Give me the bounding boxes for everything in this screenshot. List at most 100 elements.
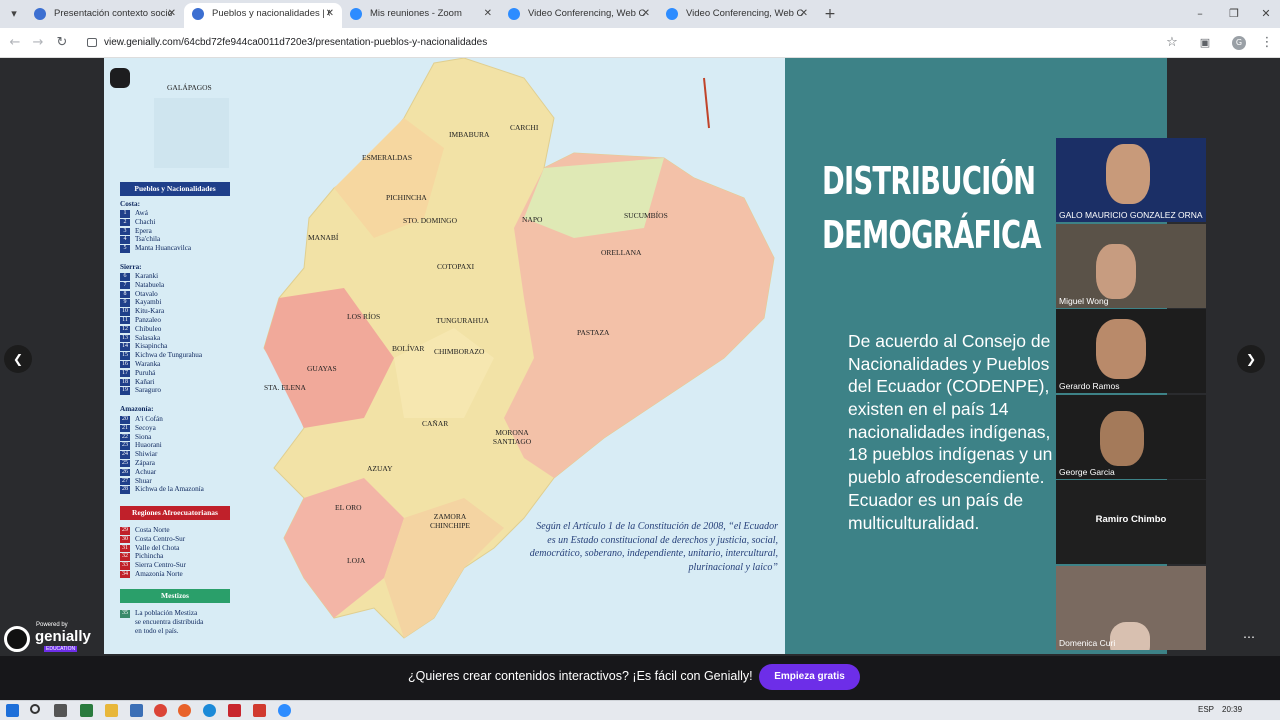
mestizo-number: 35 (120, 610, 130, 618)
legend-item: 21 Secoya (120, 424, 204, 433)
slide-heading: DISTRIBUCIÓN DEMOGRÁFICA (822, 154, 1042, 262)
tab-close-icon[interactable]: ✕ (326, 3, 334, 25)
legend-afro-title: Regiones Afroecuatorianas (120, 506, 230, 520)
reload-icon[interactable]: ↻ (53, 34, 71, 52)
legend-mestizo-title: Mestizos (120, 589, 230, 603)
app-icon[interactable] (130, 704, 143, 717)
cta-message: ¿Quieres crear contenidos interactivos? … (408, 669, 753, 683)
legend-number: 3 (120, 227, 130, 236)
province-label: MORONA SANTIAGO (492, 428, 532, 446)
participant-name: Gerardo Ramos (1059, 381, 1120, 391)
legend-number: 16 (120, 360, 130, 369)
menu-kebab-icon[interactable]: ⋮ (1258, 34, 1276, 52)
tab-close-icon[interactable]: ✕ (800, 3, 808, 25)
restore-icon[interactable]: ❐ (1224, 5, 1244, 23)
legend-number: 28 (120, 486, 130, 494)
legend-item: 19 Saraguro (120, 386, 202, 395)
province-label: BOLÍVAR (392, 344, 425, 353)
tab-close-icon[interactable]: ✕ (484, 3, 492, 25)
legend-label: Siona (135, 432, 152, 441)
legend-label: Secoya (135, 423, 156, 432)
legend-label: Kañari (135, 377, 155, 386)
tab-search-icon[interactable]: ▾ (4, 5, 24, 23)
start-free-button[interactable]: Empieza gratis (759, 664, 860, 690)
legend-costa-title: Costa: (120, 200, 140, 208)
tab-close-icon[interactable]: ✕ (642, 3, 650, 25)
minimize-icon[interactable]: – (1190, 5, 1210, 23)
province-label: COTOPAXI (437, 262, 475, 271)
province-label: STO. DOMINGO (402, 216, 458, 225)
tab-favicon-icon (192, 8, 204, 20)
language-indicator[interactable]: ESP (1198, 705, 1214, 714)
legend-label: Chibuleo (135, 324, 162, 333)
file-explorer-icon[interactable] (105, 704, 118, 717)
legend-label: Sierra Centro-Sur (135, 561, 186, 570)
participant-tile[interactable]: Domenica Curi (1056, 565, 1206, 650)
legend-number: 31 (120, 544, 130, 553)
forward-icon[interactable]: → (29, 34, 47, 52)
participant-tile[interactable]: George Garcia (1056, 394, 1206, 479)
quote-line: es un Estado constitucional de derechos … (547, 534, 778, 546)
participant-tile[interactable]: GALO MAURICIO GONZALEZ ORNA (1056, 138, 1206, 222)
legend-number: 10 (120, 308, 130, 316)
genially-logo[interactable]: Powered by genially EDUCATION (4, 622, 91, 652)
legend-label: Shiwiar (135, 450, 158, 459)
participant-video (1106, 144, 1150, 204)
prev-slide-button[interactable]: ❮ (4, 345, 32, 373)
back-icon[interactable]: ← (6, 34, 24, 52)
app-icon[interactable] (253, 704, 266, 717)
profile-avatar-icon[interactable]: G (1232, 36, 1246, 50)
participant-name: Miguel Wong (1059, 295, 1109, 306)
legend-number: 32 (120, 553, 130, 561)
clock[interactable]: 20:39 (1222, 705, 1242, 714)
close-window-icon[interactable]: ✕ (1256, 5, 1276, 23)
legend-number: 9 (120, 299, 130, 307)
search-icon[interactable] (30, 704, 40, 714)
tab-label: Mis reuniones - Zoom (370, 8, 462, 19)
chrome-icon[interactable] (154, 704, 167, 717)
start-icon[interactable] (6, 704, 19, 717)
extensions-icon[interactable]: ▣ (1196, 34, 1214, 52)
legend-item: 14 Kisapincha (120, 342, 202, 351)
participant-tile[interactable]: Gerardo Ramos (1056, 309, 1206, 393)
legend-item: 4 Tsa'chila (120, 235, 191, 244)
participant-video (1096, 243, 1136, 299)
browser-tab[interactable]: Presentación contexto socioec ✕ (26, 3, 184, 28)
browser-tab[interactable]: Video Conferencing, Web Confe✕ (658, 3, 816, 28)
legend-label: Kichwa de Tungurahua (135, 351, 203, 360)
legend-title: Pueblos y Nacionalidades (120, 182, 230, 196)
edge-icon[interactable] (203, 704, 216, 717)
legend-label: Panzaleo (135, 315, 161, 324)
app-icon[interactable] (80, 704, 93, 717)
galapagos-label: GALÁPAGOS (167, 83, 212, 92)
tab-close-icon[interactable]: ✕ (168, 3, 176, 25)
legend-label: Chachi (135, 217, 156, 226)
legend-label: Kayambi (135, 298, 162, 307)
browser-tab[interactable]: Mis reuniones - Zoom ✕ (342, 3, 500, 28)
participant-tile[interactable]: Ramiro Chimbo (1056, 480, 1206, 564)
legend-item: 18 Kañari (120, 378, 202, 387)
province-label: ESMERALDAS (362, 153, 413, 162)
more-options-icon[interactable]: ⋯ (1243, 630, 1263, 644)
site-info-icon[interactable] (87, 38, 97, 47)
interactive-hotspot-icon[interactable] (110, 68, 130, 88)
bookmark-star-icon[interactable]: ☆ (1163, 34, 1181, 52)
legend-number: 18 (120, 378, 130, 387)
tab-favicon-icon (34, 8, 46, 20)
participant-video (1110, 621, 1150, 650)
legend-number: 4 (120, 236, 130, 244)
next-slide-button[interactable]: ❯ (1237, 345, 1265, 373)
address-bar[interactable]: view.genially.com/64cbd72fe944ca0011d720… (80, 32, 1190, 54)
new-tab-button[interactable]: + (820, 5, 840, 23)
legend-label: Manta Huancavilca (135, 244, 192, 253)
legend-number: 1 (120, 210, 130, 218)
task-view-icon[interactable] (54, 704, 67, 717)
pdf-icon[interactable] (228, 704, 241, 717)
browser-tab[interactable]: Video Conferencing, Web Confe✕ (500, 3, 658, 28)
browser-tab[interactable]: Pueblos y nacionalidades | Gen✕ (184, 3, 342, 28)
participant-tile[interactable]: Miguel Wong (1056, 223, 1206, 308)
zoom-icon[interactable] (278, 704, 291, 717)
firefox-icon[interactable] (178, 704, 191, 717)
legend-item: 15 Kichwa de Tungurahua (120, 351, 202, 360)
participant-video (1100, 410, 1144, 466)
